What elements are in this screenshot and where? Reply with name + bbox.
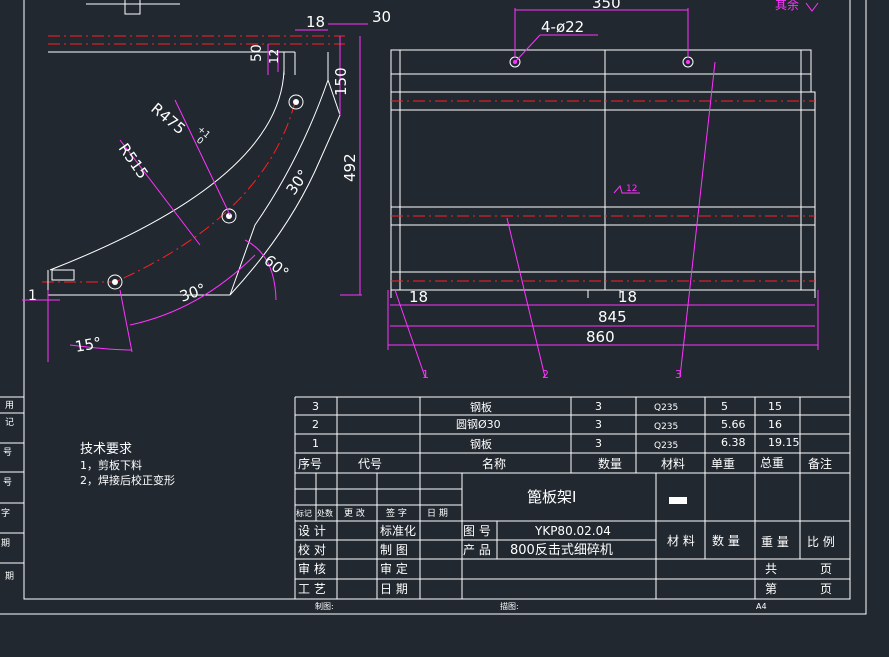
surface-note: 其余 <box>775 0 799 12</box>
bom-material: Q235 <box>654 441 678 451</box>
company-logo <box>669 497 687 504</box>
dim-4-holes: 4-ø22 <box>541 18 584 36</box>
left-strip-2: 记 <box>5 417 14 428</box>
balloon-2: 2 <box>542 368 549 381</box>
drawing-no: YKP80.02.04 <box>534 524 611 538</box>
header-unit: 单重 <box>711 457 735 471</box>
total-sheets-unit: 页 <box>820 562 832 576</box>
dim-860: 860 <box>586 328 615 346</box>
col-scale: 比 例 <box>807 535 835 549</box>
balloon-3: 3 <box>675 368 682 381</box>
dim-150: 150 <box>332 67 350 96</box>
left-strip-7: 期 <box>5 571 14 582</box>
label-design: 设 计 <box>298 524 326 538</box>
left-strip-5: 字 <box>1 507 10 519</box>
col-qty: 数 量 <box>712 533 740 548</box>
bom-name: 钢板 <box>470 437 492 451</box>
header-name: 名称 <box>482 456 506 471</box>
dim-845: 845 <box>598 308 627 326</box>
bom-material: Q235 <box>654 403 678 413</box>
dim-30-left: 30 <box>372 8 391 26</box>
total-sheets-label: 共 <box>765 562 777 576</box>
header-note: 备注 <box>808 456 832 471</box>
product-label: 产 品 <box>463 543 491 557</box>
dim-18-right-b: 18 <box>618 288 637 306</box>
bom-total: 19.15 <box>768 436 800 449</box>
label-process: 工 艺 <box>298 582 326 596</box>
sheet-no-label: 第 <box>765 582 777 596</box>
bom-name: 圆钢Ø30 <box>456 418 501 431</box>
bom-unit: 5.66 <box>721 418 746 431</box>
label-check: 校 对 <box>298 542 326 557</box>
col-material: 材 料 <box>667 534 695 548</box>
dim-18-right-a: 18 <box>409 288 428 306</box>
bom-unit: 5 <box>721 400 728 413</box>
label-standard: 标准化 <box>380 524 416 538</box>
label-date: 日 期 <box>380 582 408 596</box>
drawing-no-label: 图 号 <box>463 524 491 538</box>
dim-18-left: 18 <box>306 13 325 31</box>
dim-350: 350 <box>592 0 621 12</box>
rev-zone: 处数 <box>317 508 333 518</box>
roughness-value: 12 <box>626 184 637 194</box>
left-strip-4: 号 <box>3 477 12 488</box>
bom-material: Q235 <box>654 422 678 432</box>
bom-no: 1 <box>312 437 319 450</box>
rev-change: 更 改 <box>344 507 365 519</box>
footer-plot: 描图: <box>500 601 519 611</box>
label-review: 审 核 <box>298 561 326 576</box>
header-no: 序号 <box>298 456 322 471</box>
header-total: 总重 <box>760 456 784 470</box>
bom-qty: 3 <box>595 437 602 450</box>
footer-size: A4 <box>756 602 767 611</box>
bom-total: 16 <box>768 418 782 431</box>
sheet-no-unit: 页 <box>820 582 832 596</box>
tech-item-1: 1，剪板下料 <box>80 458 142 472</box>
bom-qty: 3 <box>595 400 602 413</box>
cad-drawing: 其余 18 30 50 12 150 492 1 R475 +1 0 R515 … <box>0 0 889 657</box>
header-code: 代号 <box>358 457 382 471</box>
tech-item-2: 2，焊接后校正变形 <box>80 473 175 487</box>
bom-no: 2 <box>312 418 319 431</box>
bom-no: 3 <box>312 400 319 413</box>
dim-12: 12 <box>267 49 281 64</box>
rev-mark: 标记 <box>296 508 312 518</box>
col-weight: 重 量 <box>761 535 789 549</box>
part-name: 篦板架I <box>527 488 576 506</box>
rev-date: 日 期 <box>427 508 448 519</box>
label-approve: 审 定 <box>380 561 408 576</box>
dim-492: 492 <box>341 153 359 182</box>
balloon-1: 1 <box>422 368 429 381</box>
left-strip-3: 号 <box>3 447 12 458</box>
left-strip-1: 用 <box>5 400 14 411</box>
bom-unit: 6.38 <box>721 436 746 449</box>
tech-title: 技术要求 <box>80 442 132 457</box>
rev-sign: 签 字 <box>386 507 407 519</box>
footer-drawn: 制图: <box>315 601 334 611</box>
left-strip-6: 期 <box>1 538 10 549</box>
header-qty: 数量 <box>598 456 622 471</box>
product-name: 800反击式细碎机 <box>510 543 613 558</box>
dim-1: 1 <box>28 288 37 304</box>
header-material: 材料 <box>661 457 685 471</box>
bom-qty: 3 <box>595 418 602 431</box>
bom-total: 15 <box>768 400 782 413</box>
bom-name: 钢板 <box>470 400 492 414</box>
dim-50: 50 <box>249 44 265 62</box>
label-draw: 制 图 <box>380 543 408 557</box>
